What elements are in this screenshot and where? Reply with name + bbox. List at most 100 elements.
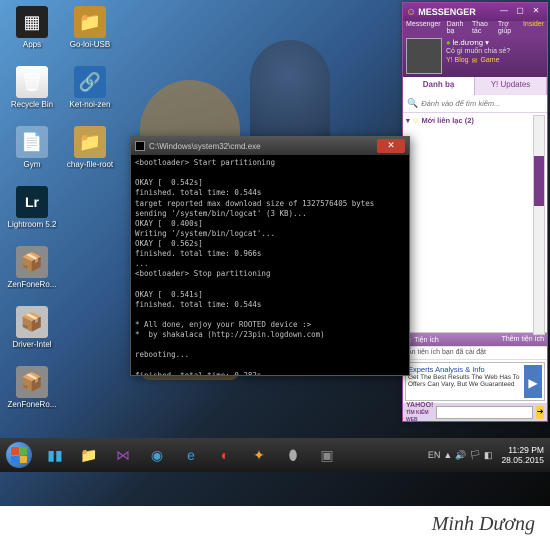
icon-image: 📁 — [74, 126, 106, 158]
yahoo-search-input[interactable] — [436, 406, 533, 419]
system-tray: EN ▲ 🔊 🏳 ◧ 11:29 PM 28.05.2015 — [428, 438, 550, 472]
contact-group[interactable]: ▾ ☺ Mới liên lạc (2) — [406, 116, 544, 125]
messenger-title: MESSENGER — [418, 7, 496, 17]
minimize-button[interactable]: — — [496, 6, 512, 18]
mail-link[interactable]: ✉ — [472, 57, 478, 65]
windows-orb-icon — [6, 442, 32, 468]
avatar[interactable] — [406, 38, 442, 74]
desktop-icon[interactable]: 🗑 Recycle Bin — [4, 64, 60, 122]
cmd-titlebar[interactable]: C:\Windows\system32\cmd.exe ✕ — [131, 137, 409, 155]
taskbar-item-cmd-task[interactable]: ▣ — [311, 440, 343, 470]
desktop-icon[interactable]: ▦ Apps — [4, 4, 60, 62]
utility-right[interactable]: Thêm tiện ích — [502, 336, 544, 343]
icon-image: 🔗 — [74, 66, 106, 98]
desktop-icon[interactable]: 📦 ZenFoneRo... — [4, 364, 60, 422]
taskbar-item-explorer[interactable]: 📁 — [73, 440, 105, 470]
menu-contacts[interactable]: Danh bạ — [447, 21, 466, 35]
cmd-output: <bootloader> Start partitioning OKAY [ 0… — [131, 155, 409, 375]
messenger-window[interactable]: ☺ MESSENGER — ▢ ✕ Messenger Danh bạ Thao… — [402, 2, 548, 422]
cmd-icon — [135, 141, 145, 151]
icon-image: 📦 — [16, 366, 48, 398]
icon-image: 📦 — [16, 306, 48, 338]
taskbar-item-messenger-task[interactable]: ✦ — [243, 440, 275, 470]
desktop-icon[interactable]: 📁 chay-file-root — [62, 124, 118, 182]
cmd-title-text: C:\Windows\system32\cmd.exe — [149, 142, 377, 151]
taskbar-item-teamviewer[interactable]: ◉ — [141, 440, 173, 470]
icon-label: ZenFoneRo... — [6, 280, 58, 289]
utility-left[interactable]: ☆ Tiện ích — [406, 336, 439, 344]
icon-label: Recycle Bin — [6, 100, 58, 109]
taskbar: ▮▮📁⋈◉e◐✦⬮▣ EN ▲ 🔊 🏳 ◧ 11:29 PM 28.05.201… — [0, 438, 550, 472]
utility-bar: ☆ Tiện ích Thêm tiện ích — [403, 332, 547, 346]
messenger-menu: Messenger Danh bạ Thao tác Trợ giúp Insi… — [403, 21, 547, 35]
clock-time: 11:29 PM — [501, 445, 544, 455]
messenger-tabs: Danh bạ Y! Updates — [403, 77, 547, 95]
ad-box[interactable]: Experts Analysis & Info Get The Best Res… — [405, 362, 545, 401]
tray-expand-icon[interactable]: ▲ — [443, 450, 452, 460]
maximize-button[interactable]: ▢ — [512, 6, 528, 18]
cmd-close-button[interactable]: ✕ — [377, 139, 405, 153]
taskbar-item-chrome[interactable]: ◐ — [209, 440, 241, 470]
messenger-titlebar[interactable]: ☺ MESSENGER — ▢ ✕ — [403, 3, 547, 21]
icon-label: Go-loi-USB — [64, 40, 116, 49]
scrollbar[interactable] — [533, 115, 545, 335]
yahoo-logo: YAHOO!TÌM KIẾM WEB — [406, 402, 433, 423]
yahoo-search-bar: YAHOO!TÌM KIẾM WEB ➜ — [403, 403, 547, 421]
tab-contacts[interactable]: Danh bạ — [403, 77, 475, 95]
tray-sound-icon[interactable]: 🔊 — [455, 450, 466, 461]
messenger-logo-icon: ☺ — [406, 7, 416, 18]
signature-text: Minh Dương — [432, 513, 535, 536]
menu-actions[interactable]: Thao tác — [472, 21, 492, 35]
menu-help[interactable]: Trợ giúp — [498, 21, 517, 35]
insider-link[interactable]: Insider — [523, 21, 544, 35]
ad-title: Experts Analysis & Info — [408, 365, 524, 374]
icon-image: 📄 — [16, 126, 48, 158]
yblog-link[interactable]: Y! Blog — [446, 57, 469, 65]
desktop-icon[interactable]: 📁 Go-loi-USB — [62, 4, 118, 62]
game-link[interactable]: Game — [480, 57, 499, 65]
icon-image: 📁 — [74, 6, 106, 38]
desktop-icon[interactable]: 🔗Ket-noi-zen — [62, 64, 118, 122]
taskbar-item-task-view[interactable]: ▮▮ — [39, 440, 71, 470]
ad-arrow-icon[interactable]: ▶ — [524, 365, 542, 398]
tray-flag-icon[interactable]: 🏳 — [470, 450, 481, 461]
icon-label: Gym — [6, 160, 58, 169]
ad-hint[interactable]: Ẩn tiện ích bạn đã cài đặt — [403, 346, 547, 359]
taskbar-item-ie[interactable]: e — [175, 440, 207, 470]
icon-label: Lightroom 5.2 — [6, 220, 58, 229]
ad-panel: Experts Analysis & Info Get The Best Res… — [403, 359, 547, 403]
tray-network-icon[interactable]: ◧ — [484, 450, 493, 461]
user-name[interactable]: ● le.dương ▾ — [446, 38, 544, 47]
icon-image: 📦 — [16, 246, 48, 278]
clock-date: 28.05.2015 — [501, 455, 544, 465]
start-button[interactable] — [0, 438, 38, 472]
icon-label: Apps — [6, 40, 58, 49]
tray-lang[interactable]: EN — [428, 450, 441, 460]
icon-label: chay-file-root — [64, 160, 116, 169]
desktop-icon[interactable]: 📄 Gym — [4, 124, 60, 182]
menu-messenger[interactable]: Messenger — [406, 21, 441, 35]
desktop-icon[interactable]: 📦 ZenFoneRo... — [4, 244, 60, 302]
search-input[interactable] — [421, 99, 543, 108]
desktop-icons-area: ▦ Apps 📁 Go-loi-USB 🗑 Recycle Bin 🔗Ket-noi-zen… — [4, 4, 134, 422]
user-status-share[interactable]: Có gì muốn chia sẻ? — [446, 48, 544, 55]
icon-image: ▦ — [16, 6, 48, 38]
desktop-icon[interactable]: Lr Lightroom 5.2 — [4, 184, 60, 242]
messenger-user-panel: ● le.dương ▾ Có gì muốn chia sẻ? Y! Blog… — [403, 35, 547, 77]
taskbar-clock[interactable]: 11:29 PM 28.05.2015 — [495, 445, 544, 465]
desktop: ▦ Apps 📁 Go-loi-USB 🗑 Recycle Bin 🔗Ket-noi-zen… — [0, 0, 550, 506]
close-button[interactable]: ✕ — [528, 6, 544, 18]
icon-label: ZenFoneRo... — [6, 400, 58, 409]
taskbar-item-app-grey[interactable]: ⬮ — [277, 440, 309, 470]
cmd-window[interactable]: C:\Windows\system32\cmd.exe ✕ <bootloade… — [130, 136, 410, 376]
contact-list[interactable]: ▾ ☺ Mới liên lạc (2) — [403, 113, 547, 332]
ad-desc: Get The Best Results The Web Has To Offe… — [408, 374, 524, 388]
yahoo-search-button[interactable]: ➜ — [536, 406, 544, 419]
tab-updates[interactable]: Y! Updates — [475, 77, 547, 95]
icon-image: 🗑 — [16, 66, 48, 98]
desktop-icon[interactable]: 📦Driver-Intel — [4, 304, 60, 362]
page-footer: Minh Dương — [0, 506, 550, 540]
icon-image: Lr — [16, 186, 48, 218]
scroll-thumb[interactable] — [534, 156, 544, 206]
taskbar-item-app-purple[interactable]: ⋈ — [107, 440, 139, 470]
